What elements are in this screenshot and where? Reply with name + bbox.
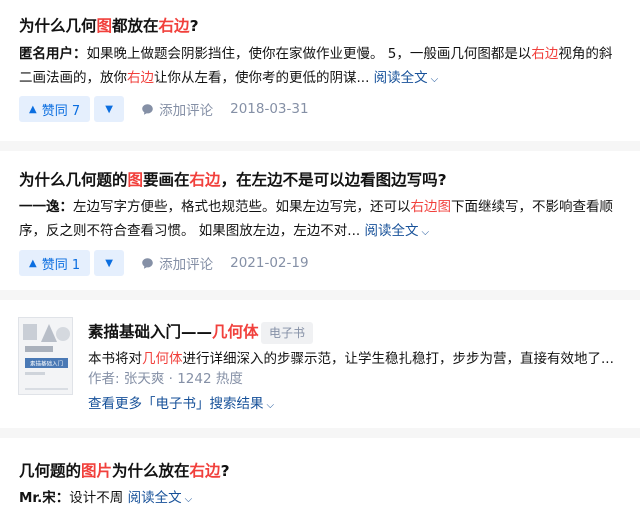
post-date: 2021-02-19 [230, 255, 309, 271]
excerpt-text: 左边写字方便些，格式也规范些。如果左边写完，还可以 [73, 199, 411, 215]
result-title[interactable]: 为什么几何图都放在右边? [19, 16, 199, 36]
ebook-title[interactable]: 素描基础入门——几何体 [88, 321, 259, 343]
ebook-card: 素描基础入门 素描基础入门——几何体 电子书 本书将对几何体进行详细深入的步骤示… [0, 300, 640, 428]
add-comment-button[interactable]: 添加评论 [141, 253, 213, 273]
title-text: ? [220, 462, 230, 480]
search-result-card: 几何题的图片为什么放在右边? Mr.宋：设计不周 阅读全文 ⌵ [0, 438, 640, 523]
ebook-description: 本书将对几何体进行详细深入的步骤示范，让学生稳扎稳打，步步为营，直接有效地了..… [88, 349, 628, 369]
comment-icon [142, 103, 153, 115]
add-comment-button[interactable]: 添加评论 [141, 99, 213, 119]
ebook-meta: 作者: 张天爽 · 1242 热度 [88, 371, 243, 387]
upvote-label: 赞同 7 [41, 103, 81, 119]
result-title[interactable]: 几何题的图片为什么放在右边? [19, 461, 230, 481]
author-colon: ： [55, 490, 70, 506]
triangle-up-icon: ▲ [29, 103, 37, 115]
search-result-card: 为什么几何图都放在右边? 匿名用户：如果晚上做题会阴影挡住，使你在家做作业更慢。… [0, 0, 640, 141]
read-more-label: 阅读全文 [373, 70, 428, 86]
title-text: 要画在 [143, 171, 190, 189]
upvote-button[interactable]: ▲ 赞同 1 [19, 250, 91, 276]
desc-highlight: 几何体 [142, 351, 183, 367]
title-highlight: 图片 [81, 462, 113, 480]
title-text: 几何题的 [19, 462, 82, 480]
excerpt-highlight: 右边 [127, 70, 154, 86]
comment-label: 添加评论 [159, 103, 214, 119]
downvote-button[interactable]: ▼ [94, 96, 125, 122]
author-name: 一一逸 [19, 199, 60, 215]
author-colon: ： [73, 46, 87, 62]
see-more-ebooks-link[interactable]: 查看更多「电子书」搜索结果 ⌵ [88, 394, 274, 416]
upvote-label: 赞同 1 [41, 257, 81, 273]
excerpt-text: 让你从左看，使你考的更低的阴谋... [154, 70, 374, 86]
title-text: 为什么几何 [19, 17, 97, 35]
read-more-link[interactable]: 阅读全文 ⌵ [374, 70, 439, 86]
desc-text: 进行详细深入的步骤示范，让学生稳扎稳打，步步为营，直接有效地了... [182, 351, 614, 367]
title-highlight: 右边 [158, 17, 190, 35]
book-cover-image[interactable]: 素描基础入门 [18, 317, 73, 395]
ebook-tag: 电子书 [261, 322, 314, 344]
triangle-up-icon: ▲ [29, 257, 37, 269]
author-name: Mr.宋 [19, 490, 56, 506]
excerpt-text: 如果晚上做题会阴影挡住，使你在家做作业更慢。 5，一般画几何图都是以 [86, 46, 532, 62]
action-bar: ▲ 赞同 1 ▼ 添加评论 2021-02-19 [19, 250, 309, 276]
chevron-down-icon: ⌵ [184, 494, 193, 505]
title-highlight: 图 [96, 17, 113, 35]
title-highlight: 右边 [189, 171, 221, 189]
result-title[interactable]: 为什么几何题的图要画在右边，在左边不是可以边看图边写吗? [19, 170, 447, 190]
book-cover-art: 素描基础入门 [19, 318, 72, 394]
desc-text: 本书将对 [88, 351, 142, 367]
cover-text: 素描基础入门 [30, 360, 63, 368]
action-bar: ▲ 赞同 7 ▼ 添加评论 2018-03-31 [19, 96, 309, 122]
excerpt-highlight: 右边图 [410, 199, 452, 215]
excerpt-highlight: 右边 [531, 46, 559, 62]
downvote-button[interactable]: ▼ [94, 250, 125, 276]
result-excerpt[interactable]: Mr.宋：设计不周 阅读全文 ⌵ [19, 486, 625, 512]
triangle-down-icon: ▼ [105, 103, 113, 115]
ebook-title-highlight: 几何体 [212, 323, 259, 341]
ebook-title-text: 素描基础入门—— [88, 323, 213, 341]
see-more-label: 查看更多「电子书」搜索结果 [88, 396, 264, 412]
chevron-down-icon: ⌵ [430, 74, 439, 85]
read-more-label: 阅读全文 [364, 223, 419, 239]
chevron-down-icon: ⌵ [266, 400, 275, 411]
read-more-label: 阅读全文 [127, 490, 182, 506]
read-more-link[interactable]: 阅读全文 ⌵ [364, 223, 429, 239]
author-name: 匿名用户 [19, 46, 73, 62]
search-result-card: 为什么几何题的图要画在右边，在左边不是可以边看图边写吗? 一一逸：左边写字方便些… [0, 151, 640, 290]
title-text: ，在左边不是可以边看图边写吗? [220, 171, 447, 189]
result-excerpt[interactable]: 一一逸：左边写字方便些，格式也规范些。如果左边写完，还可以右边图下面继续写，不影… [19, 195, 625, 245]
author-colon: ： [59, 199, 74, 215]
title-text: 为什么放在 [112, 462, 190, 480]
upvote-button[interactable]: ▲ 赞同 7 [19, 96, 91, 122]
excerpt-text: 设计不周 [69, 490, 128, 506]
title-text: 都放在 [112, 17, 159, 35]
title-highlight: 图 [127, 171, 144, 189]
result-excerpt[interactable]: 匿名用户：如果晚上做题会阴影挡住，使你在家做作业更慢。 5，一般画几何图都是以右… [19, 42, 625, 92]
title-text: 为什么几何题的 [19, 171, 128, 189]
chevron-down-icon: ⌵ [421, 227, 430, 238]
post-date: 2018-03-31 [230, 101, 309, 117]
comment-label: 添加评论 [159, 257, 214, 273]
title-text: ? [189, 17, 199, 35]
read-more-link[interactable]: 阅读全文 ⌵ [128, 490, 193, 506]
triangle-down-icon: ▼ [105, 257, 113, 269]
title-highlight: 右边 [189, 462, 221, 480]
comment-icon [142, 257, 153, 269]
